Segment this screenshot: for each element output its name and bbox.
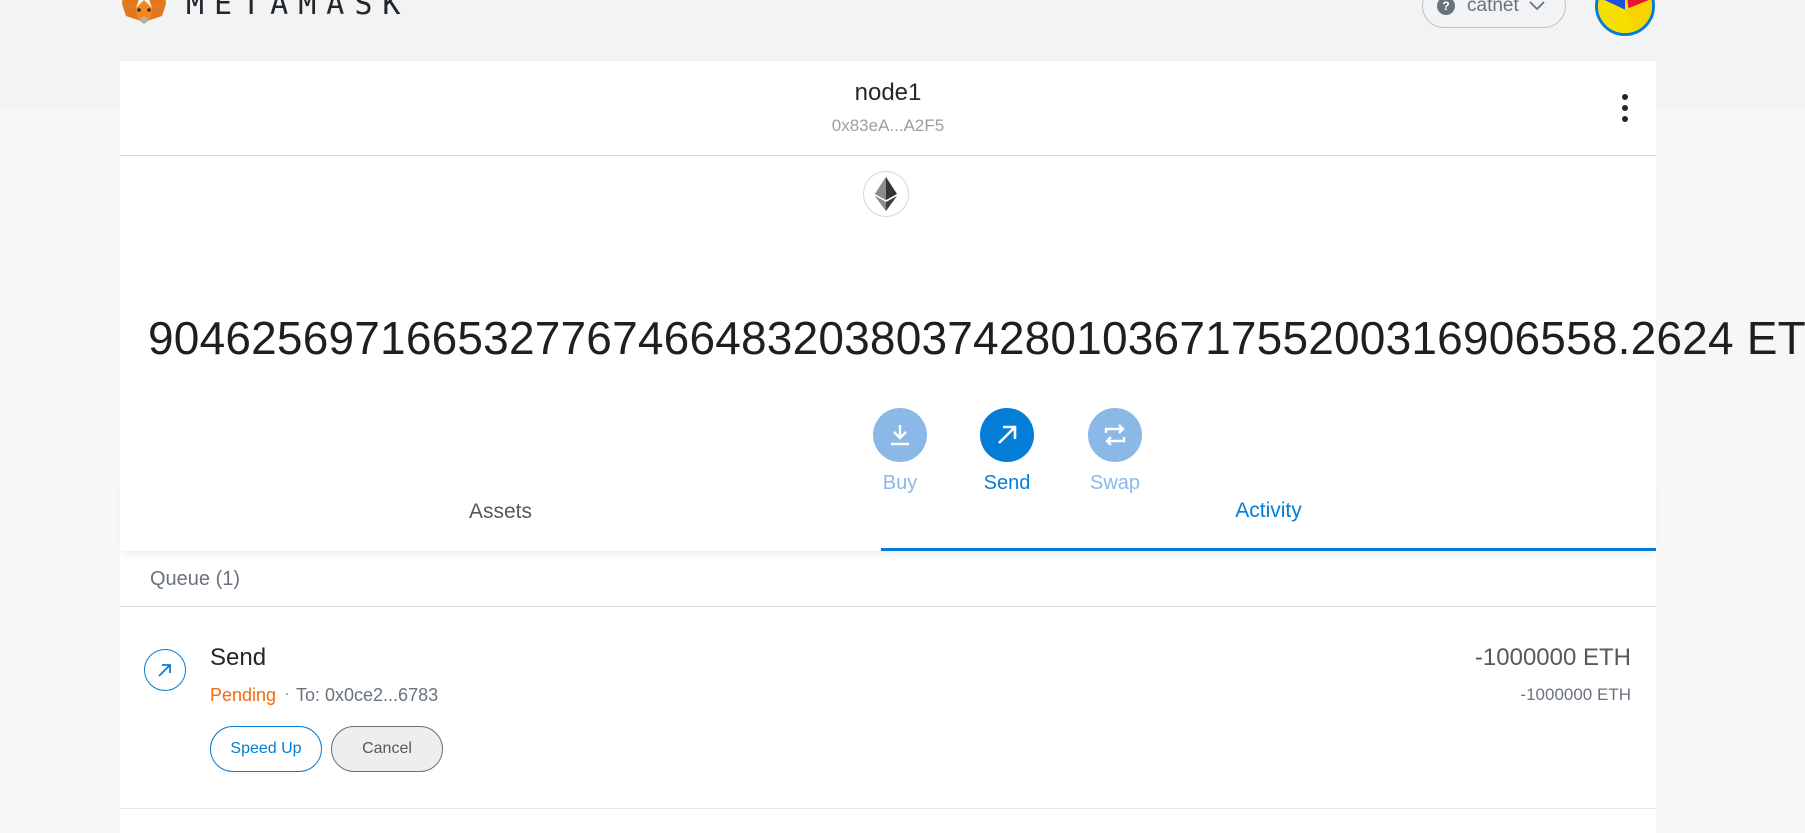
cancel-button[interactable]: Cancel: [331, 726, 443, 772]
metamask-fox-icon: [122, 0, 166, 24]
queue-header: Queue (1): [120, 551, 1656, 607]
network-name: catnet: [1467, 0, 1519, 16]
app-wordmark: METAMASK: [186, 0, 411, 22]
tab-bar: Assets Activity: [120, 473, 1656, 551]
swap-arrows-icon: [1088, 408, 1142, 462]
chevron-down-icon: [1529, 1, 1545, 11]
arrow-up-right-icon: [980, 408, 1034, 462]
kebab-menu-icon[interactable]: [1620, 93, 1630, 123]
wallet-overview-card: node1 0x83eA...A2F5 90462569716653277674…: [120, 61, 1805, 833]
tab-assets[interactable]: Assets: [120, 473, 881, 551]
send-transaction-icon: [144, 649, 186, 691]
account-name[interactable]: node1: [120, 79, 1656, 107]
jazzicon-avatar: [1598, 0, 1652, 33]
transaction-amount: -1000000 ETH: [1474, 644, 1631, 671]
tab-activity[interactable]: Activity: [881, 473, 1656, 551]
transaction-recipient: To: 0x0ce2...6783: [296, 685, 439, 705]
question-icon: ?: [1437, 0, 1455, 15]
download-icon: [873, 408, 927, 462]
status-separator: ·: [284, 683, 290, 703]
account-balance: 9046256971665327767466483203803742801036…: [148, 312, 1805, 364]
network-selector[interactable]: ? catnet: [1422, 0, 1566, 28]
account-address[interactable]: 0x83eA...A2F5: [120, 116, 1656, 136]
queue-label: Queue (1): [150, 568, 241, 590]
account-header: node1 0x83eA...A2F5: [120, 61, 1656, 156]
transaction-title: Send: [210, 644, 267, 671]
speed-up-button[interactable]: Speed Up: [210, 726, 322, 772]
app-logo[interactable]: METAMASK: [120, 0, 411, 26]
transaction-list-item[interactable]: Send Pending · To: 0x0ce2...6783 -100000…: [120, 607, 1656, 809]
transaction-status: Pending: [210, 685, 277, 705]
ethereum-icon: [863, 171, 909, 217]
transaction-amount-secondary: -1000000 ETH: [1520, 685, 1631, 704]
